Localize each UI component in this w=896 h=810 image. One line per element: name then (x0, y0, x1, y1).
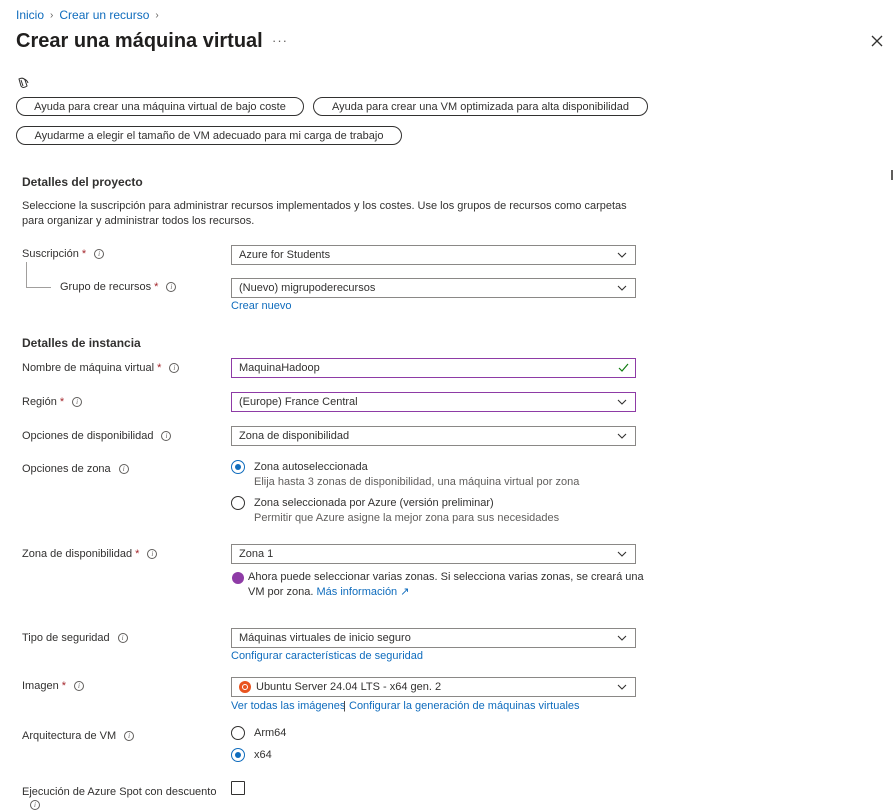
breadcrumb-home-link[interactable]: Inicio (16, 8, 44, 22)
project-description: Seleccione la suscripción para administr… (22, 200, 627, 227)
ubuntu-icon (239, 681, 251, 693)
zone-notice: Ahora puede seleccionar varias zonas. Si… (248, 571, 644, 598)
info-icon[interactable]: i (117, 633, 128, 643)
vm-name-label: Nombre de máquina virtual * i (22, 362, 180, 374)
see-all-images-link[interactable]: Ver todas las imágenes (231, 700, 345, 712)
azure-spot-label: Ejecución de Azure Spot con descuento (22, 786, 217, 798)
zone-azure-radio[interactable] (231, 496, 245, 510)
help-low-cost-vm-button[interactable]: Ayuda para crear una máquina virtual de … (16, 97, 304, 116)
rocket-icon (232, 572, 244, 584)
subscription-label: Suscripción * i (22, 248, 105, 260)
availability-options-label: Opciones de disponibilidad i (22, 430, 172, 442)
help-vm-size-button[interactable]: Ayudarme a elegir el tamaño de VM adecua… (16, 126, 402, 145)
chevron-down-icon (617, 433, 627, 439)
resource-group-dropdown[interactable]: (Nuevo) migrupoderecursos (231, 278, 636, 298)
zone-auto-label: Zona autoseleccionada (254, 461, 368, 473)
info-icon[interactable]: i (72, 397, 83, 407)
breadcrumb-create-resource-link[interactable]: Crear un recurso (59, 8, 149, 22)
close-icon[interactable] (870, 34, 884, 48)
arch-x64-radio[interactable] (231, 748, 245, 762)
section-title-project: Detalles del proyecto (22, 175, 143, 189)
chevron-down-icon (617, 399, 627, 405)
create-new-resource-group-link[interactable]: Crear nuevo (231, 300, 292, 312)
availability-options-dropdown[interactable]: Zona de disponibilidad (231, 426, 636, 446)
vm-name-input[interactable]: MaquinaHadoop (231, 358, 636, 378)
external-link-icon: ↗ (400, 586, 410, 598)
arch-arm64-label: Arm64 (254, 727, 287, 739)
zone-auto-description: Elija hasta 3 zonas de disponibilidad, u… (254, 476, 580, 488)
vm-architecture-label: Arquitectura de VM i (22, 730, 135, 742)
info-icon[interactable]: i (30, 800, 40, 810)
checkmark-icon (618, 363, 629, 372)
zone-azure-description: Permitir que Azure asigne la mejor zona … (254, 512, 560, 524)
chevron-down-icon (617, 684, 627, 690)
availability-zone-label: Zona de disponibilidad * i (22, 548, 158, 560)
image-dropdown[interactable]: Ubuntu Server 24.04 LTS - x64 gen. 2 (231, 677, 636, 697)
info-icon[interactable]: i (169, 363, 180, 373)
chevron-right-icon: › (50, 9, 54, 21)
info-icon[interactable]: i (94, 249, 105, 259)
zone-auto-radio[interactable] (231, 460, 245, 474)
zone-azure-label: Zona seleccionada por Azure (versión pre… (254, 497, 494, 509)
more-options-icon[interactable]: ··· (272, 33, 288, 48)
tree-connector (26, 287, 51, 288)
availability-zone-dropdown[interactable]: Zona 1 (231, 544, 636, 564)
chevron-down-icon (617, 285, 627, 291)
info-icon[interactable]: i (118, 464, 129, 474)
page-title: Crear una máquina virtual (16, 30, 263, 52)
breadcrumb: Inicio › Crear un recurso › (16, 8, 165, 22)
resource-group-label: Grupo de recursos * i (60, 281, 177, 293)
info-icon[interactable]: i (161, 431, 172, 441)
info-icon[interactable]: i (166, 282, 177, 292)
region-label: Región * i (22, 396, 83, 408)
security-type-label: Tipo de seguridad i (22, 632, 128, 644)
image-label: Imagen * i (22, 680, 84, 692)
security-type-dropdown[interactable]: Máquinas virtuales de inicio seguro (231, 628, 636, 648)
zone-options-label: Opciones de zona i (22, 463, 129, 475)
chevron-right-icon: › (155, 9, 159, 21)
chevron-down-icon (617, 551, 627, 557)
azure-spot-checkbox[interactable] (231, 781, 245, 795)
subscription-dropdown[interactable]: Azure for Students (231, 245, 636, 265)
learn-more-link[interactable]: Más información ↗ (316, 586, 409, 598)
info-icon[interactable]: i (73, 681, 84, 691)
link-separator: | (343, 700, 346, 712)
arch-x64-label: x64 (254, 749, 272, 761)
chevron-down-icon (617, 252, 627, 258)
section-title-instance: Detalles de instancia (22, 336, 141, 350)
configure-vm-generation-link[interactable]: Configurar la generación de máquinas vir… (349, 700, 580, 712)
copilot-icon[interactable] (16, 76, 30, 90)
configure-security-link[interactable]: Configurar características de seguridad (231, 650, 423, 662)
help-high-availability-vm-button[interactable]: Ayuda para crear una VM optimizada para … (313, 97, 648, 116)
tree-connector (26, 262, 27, 288)
info-icon[interactable]: i (124, 731, 135, 741)
chevron-down-icon (617, 635, 627, 641)
region-dropdown[interactable]: (Europe) France Central (231, 392, 636, 412)
arch-arm64-radio[interactable] (231, 726, 245, 740)
scrollbar[interactable] (891, 170, 893, 180)
info-icon[interactable]: i (147, 549, 158, 559)
